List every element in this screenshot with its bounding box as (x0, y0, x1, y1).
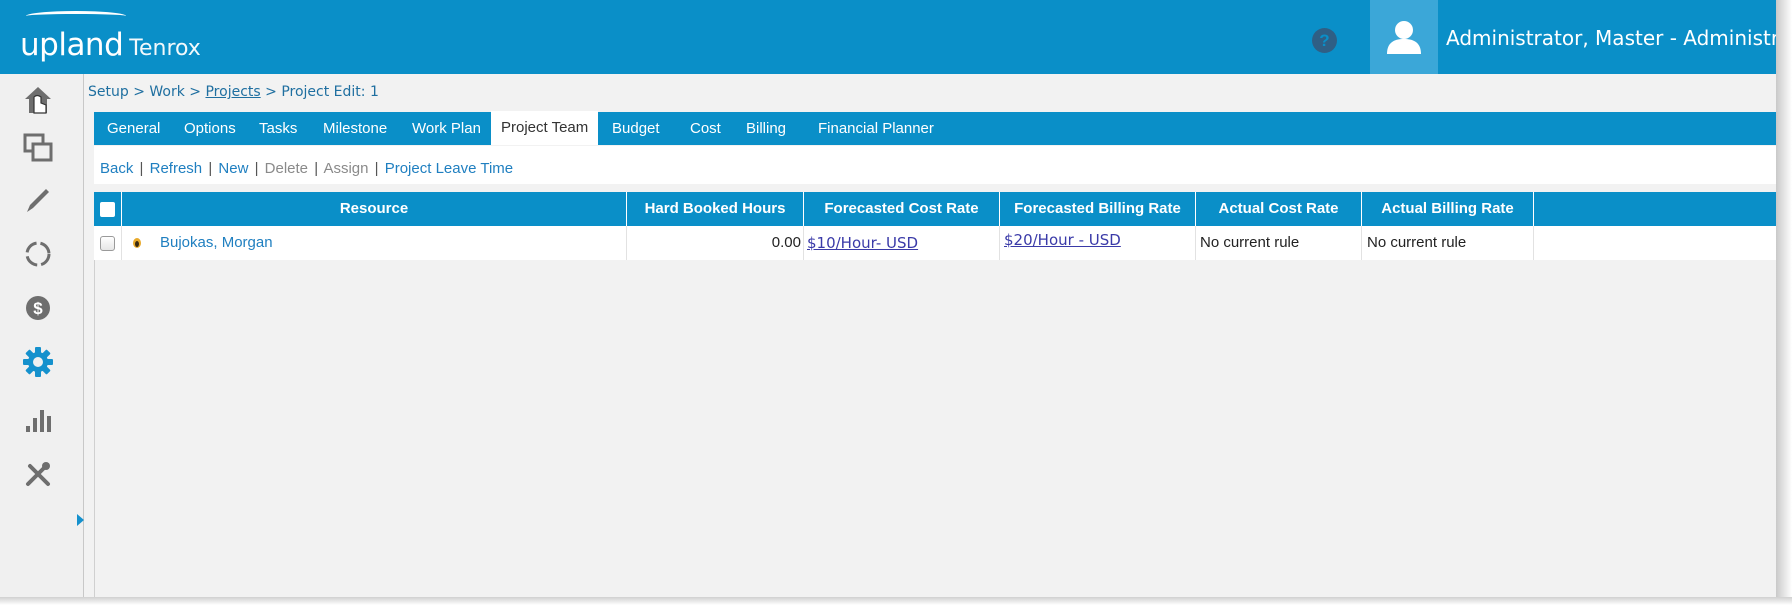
forecasted-billing-rate-link[interactable]: $20/Hour - USD (1004, 231, 1121, 249)
gear-icon (23, 347, 53, 377)
column-actual-cost-rate[interactable]: Actual Cost Rate (1196, 192, 1362, 226)
window-shadow-bottom (0, 597, 1792, 605)
action-separator: | (139, 160, 144, 177)
row-select-cell (94, 226, 122, 260)
column-actual-billing-rate[interactable]: Actual Billing Rate (1362, 192, 1534, 226)
tab-milestone[interactable]: Milestone (323, 112, 387, 145)
tab-project-team[interactable]: Project Team (491, 111, 599, 145)
forecasted-cost-rate-link[interactable]: $10/Hour- USD (807, 234, 918, 252)
tab-billing[interactable]: Billing (746, 112, 786, 145)
new-link[interactable]: New (218, 160, 248, 177)
active-nav-indicator (77, 514, 84, 526)
person-status-icon (133, 238, 141, 249)
tools-icon (26, 462, 50, 486)
select-all-checkbox[interactable] (100, 201, 115, 217)
tab-cost[interactable]: Cost (690, 112, 721, 145)
window-shadow-right (1776, 0, 1792, 605)
brand-name: upland (20, 27, 124, 63)
breadcrumb-work: Work (149, 84, 185, 100)
nav-finance[interactable]: $ (18, 288, 58, 328)
user-avatar-button[interactable] (1370, 0, 1438, 74)
grid-left-border (94, 260, 95, 597)
column-hard-booked-hours[interactable]: Hard Booked Hours (627, 192, 804, 226)
resource-cell: Bujokas, Morgan (122, 226, 627, 260)
column-forecasted-billing-rate[interactable]: Forecasted Billing Rate (1000, 192, 1196, 226)
nav-windows[interactable] (18, 128, 58, 168)
action-separator: | (254, 160, 259, 177)
assign-link: Assign (323, 160, 369, 177)
refresh-circle-icon (25, 241, 51, 267)
nav-edit[interactable] (18, 180, 58, 220)
app-logo[interactable]: upland Tenrox (20, 27, 201, 63)
refresh-link[interactable]: Refresh (150, 160, 203, 177)
delete-link: Delete (264, 160, 309, 177)
action-separator: | (374, 160, 379, 177)
breadcrumb-separator: > (265, 84, 277, 100)
tab-financial-planner[interactable]: Financial Planner (818, 112, 934, 145)
column-forecasted-cost-rate[interactable]: Forecasted Cost Rate (804, 192, 1000, 226)
table-header: Resource Hard Booked Hours Forecasted Co… (94, 192, 1776, 226)
svg-text:$: $ (33, 299, 43, 318)
logo-swoosh (26, 11, 126, 21)
row-checkbox[interactable] (100, 235, 115, 251)
actual-cost-rate-cell: No current rule (1196, 226, 1362, 260)
user-icon (1387, 21, 1421, 54)
back-link[interactable]: Back (100, 160, 133, 177)
tab-work-plan[interactable]: Work Plan (412, 112, 481, 145)
action-links: Back | Refresh | New | Delete | Assign |… (100, 160, 513, 177)
hard-booked-hours-cell: 0.00 (627, 226, 804, 260)
question-circle-icon[interactable]: ? (1312, 28, 1337, 53)
user-name[interactable]: Administrator, Master - Administrat (1446, 26, 1792, 50)
pencil-icon (27, 189, 49, 212)
top-header: upland Tenrox ? Administrator, Master - A… (0, 0, 1792, 74)
windows-icon (23, 133, 53, 162)
nav-home[interactable] (18, 80, 58, 120)
action-separator: | (314, 160, 319, 177)
nav-tools[interactable] (18, 454, 58, 494)
tab-bar: General Options Tasks Milestone Work Pla… (94, 111, 1776, 145)
product-name: Tenrox (129, 36, 201, 61)
tab-options[interactable]: Options (184, 112, 236, 145)
action-separator: | (208, 160, 213, 177)
bar-chart-icon (26, 410, 51, 432)
forecasted-cost-rate-cell: $10/Hour- USD (804, 226, 1000, 260)
breadcrumb-current: Project Edit: 1 (281, 84, 379, 100)
breadcrumb-setup: Setup (88, 84, 129, 100)
breadcrumb-separator: > (189, 84, 202, 100)
select-all-cell (94, 192, 122, 226)
tab-tasks[interactable]: Tasks (259, 112, 297, 145)
left-nav: $ (0, 74, 84, 605)
forecasted-billing-rate-cell: $20/Hour - USD (1000, 226, 1196, 260)
table-row[interactable]: Bujokas, Morgan 0.00 $10/Hour- USD $20/H… (94, 226, 1776, 260)
dollar-icon: $ (26, 296, 50, 320)
column-resource[interactable]: Resource (122, 192, 627, 226)
breadcrumb-separator: > (133, 84, 145, 100)
breadcrumb: Setup > Work > Projects > Project Edit: … (88, 84, 379, 100)
nav-setup[interactable] (18, 342, 58, 382)
breadcrumb-projects-link[interactable]: Projects (205, 84, 260, 100)
resource-link[interactable]: Bujokas, Morgan (160, 234, 273, 251)
tab-general[interactable]: General (107, 112, 160, 145)
tab-budget[interactable]: Budget (612, 112, 660, 145)
project-leave-time-link[interactable]: Project Leave Time (385, 160, 513, 177)
nav-reports[interactable] (18, 400, 58, 440)
main-content: Setup > Work > Projects > Project Edit: … (84, 74, 1776, 597)
actual-billing-rate-cell: No current rule (1362, 226, 1534, 260)
nav-cycle[interactable] (18, 234, 58, 274)
home-icon (25, 87, 51, 114)
